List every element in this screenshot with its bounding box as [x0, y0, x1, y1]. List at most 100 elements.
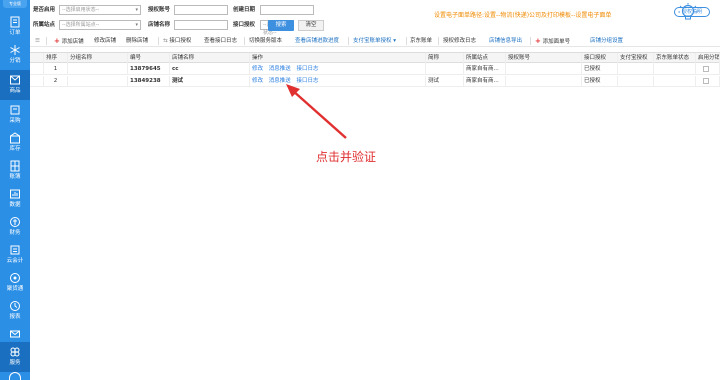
row-short: 测试 [426, 76, 464, 87]
sidebar-item-juhuotong[interactable]: 聚货通 [0, 268, 30, 298]
sidebar-item-label: 服务 [9, 360, 21, 366]
table-row[interactable]: 2 13849238 测试 修改 消息推送 接口日志 测试 商家自有商... 已… [30, 76, 720, 87]
sidebar-item-label: 采购 [9, 118, 21, 124]
row-distribution-cell [696, 64, 720, 75]
enabled-select[interactable]: --选择启用状态-- [59, 5, 141, 15]
toolbar: ☰ + 添加店铺 修改店铺 删除店铺 ⇆ 接口授权 查看接口日志 切换服务版本 … [30, 35, 720, 47]
sidebar-item-ledger[interactable]: 账簿 [0, 156, 30, 186]
edit-shop-button[interactable]: 修改店铺 [94, 35, 116, 47]
col-header: 简称 [426, 53, 464, 64]
col-header: 编号 [128, 53, 170, 64]
site-select[interactable]: --选择所属站点-- [59, 20, 141, 30]
report-icon [10, 301, 20, 311]
view-shop-fee-button[interactable]: 查看店铺进款进度 [295, 35, 339, 47]
distribution-checkbox[interactable] [703, 78, 709, 84]
sidebar-item-report[interactable]: 报表 [0, 296, 30, 326]
sidebar-item-label: 聚货通 [6, 286, 24, 292]
sidebar-item-cloud-accounting[interactable]: 云会计 [0, 240, 30, 270]
plus-icon: + [54, 37, 60, 45]
col-header: 接口授权 [582, 53, 618, 64]
col-header: 分组名称 [68, 53, 128, 64]
mail-icon [10, 330, 20, 338]
switch-version-button[interactable]: 切换服务版本 [249, 35, 282, 47]
row-group [68, 76, 128, 87]
table-row[interactable]: 1 13879645 cc 修改 消息推送 接口日志 商家自有商... 已授权 [30, 64, 720, 75]
row-api-auth: 已授权 [582, 64, 618, 75]
auth-help-link[interactable]: 授权说明 [674, 7, 710, 17]
row-jd-status [654, 64, 696, 75]
row-api-auth: 已授权 [582, 76, 618, 87]
api-auth-button[interactable]: ⇆ 接口授权 [163, 35, 191, 47]
sidebar-item-service[interactable]: 服务 [0, 342, 30, 372]
sidebar-item-label: 库存 [9, 146, 21, 152]
finance-icon [10, 217, 20, 227]
sidebar-item-purchase[interactable]: 采购 [0, 100, 30, 130]
table-header: 排序 分组名称 编号 店铺名称 操作 简称 所属站点 授权账号 接口授权 支付宝… [30, 52, 720, 64]
api-log-link[interactable]: 接口日志 [297, 66, 319, 72]
delete-shop-button[interactable]: 删除店铺 [126, 35, 148, 47]
purchase-icon [10, 105, 20, 115]
sidebar-item-label: 商品 [9, 88, 21, 94]
row-index: 1 [44, 64, 68, 75]
edit-link[interactable]: 修改 [252, 78, 263, 84]
sidebar-item-distribution[interactable]: 分销 [0, 40, 30, 70]
sidebar-item-label: 报表 [9, 314, 21, 320]
juhuotong-icon [10, 273, 20, 283]
sidebar-item-label: 订单 [9, 30, 21, 36]
more-icon[interactable] [9, 372, 21, 380]
row-group [68, 64, 128, 75]
ledger-icon [10, 160, 20, 172]
row-checkbox-cell[interactable] [30, 64, 44, 75]
row-site: 商家自有商... [464, 64, 506, 75]
row-account [506, 64, 582, 75]
sidebar-item-label: 数据 [9, 202, 21, 208]
edit-link[interactable]: 修改 [252, 66, 263, 72]
view-api-log-button[interactable]: 查看接口日志 [204, 35, 237, 47]
row-site: 商家自有商... [464, 76, 506, 87]
data-icon [10, 189, 20, 199]
row-code: 13849238 [128, 76, 170, 87]
col-header: 支付宝授权 [618, 53, 654, 64]
row-checkbox-cell[interactable] [30, 76, 44, 87]
sidebar: 专业版 订单 分销 商品 采购 库存 账簿 数据 财务 云会计 聚货通 报表 服… [0, 0, 30, 380]
col-header: 店铺名称 [170, 53, 250, 64]
auth-account-input[interactable] [174, 5, 228, 15]
create-date-label: 创建日期 [233, 7, 256, 13]
filter-bar: 是否启用 --选择启用状态-- 授权账号 创建日期 所属站点 --选择所属站点-… [30, 0, 720, 36]
row-name: 测试 [170, 76, 250, 87]
sidebar-item-inventory[interactable]: 库存 [0, 128, 30, 158]
col-checkbox [30, 53, 44, 64]
sidebar-item-finance[interactable]: 财务 [0, 212, 30, 242]
sidebar-item-label: 分销 [9, 58, 21, 64]
search-button[interactable]: 搜索 [268, 20, 294, 31]
create-date-input[interactable] [260, 5, 314, 15]
enabled-label: 是否启用 [33, 7, 56, 13]
col-header: 所属站点 [464, 53, 506, 64]
sidebar-item-mail[interactable] [0, 324, 30, 340]
row-account [506, 76, 582, 87]
auth-change-log-button[interactable]: 授权修改日志 [443, 35, 476, 47]
add-waybill-button[interactable]: + 添加面单号 [535, 35, 570, 48]
shop-info-export-button[interactable]: 店铺信息导出 [489, 35, 522, 47]
site-label: 所属站点 [33, 22, 56, 28]
shop-name-input[interactable] [174, 20, 228, 30]
api-auth-label: 接口授权 [233, 22, 256, 28]
add-shop-button[interactable]: + 添加店铺 [54, 35, 84, 48]
clear-button[interactable]: 清空 [298, 20, 324, 31]
sidebar-item-label: 账簿 [9, 174, 21, 180]
sidebar-item-product[interactable]: 商品 [0, 70, 30, 100]
distribution-icon [10, 45, 20, 55]
sidebar-item-order[interactable]: 订单 [0, 12, 30, 42]
row-alipay-auth [618, 64, 654, 75]
list-icon[interactable]: ☰ [35, 35, 40, 47]
sidebar-item-data[interactable]: 数据 [0, 184, 30, 214]
col-header: 授权账号 [506, 53, 582, 64]
jd-bill-button[interactable]: 京东账单 [410, 35, 432, 47]
electronic-waybill-tip: 设置电子面单路径:设置--物流(快递)公司及打印模板--设置电子面单 [434, 12, 612, 19]
alipay-auth-button[interactable]: 支付宝账单授权 ▾ [353, 35, 396, 47]
row-index: 2 [44, 76, 68, 87]
message-push-link[interactable]: 消息推送 [269, 66, 291, 72]
distribution-checkbox[interactable] [703, 66, 709, 72]
shop-group-settings-button[interactable]: 店铺分组设置 [590, 35, 623, 47]
service-icon [10, 347, 20, 357]
